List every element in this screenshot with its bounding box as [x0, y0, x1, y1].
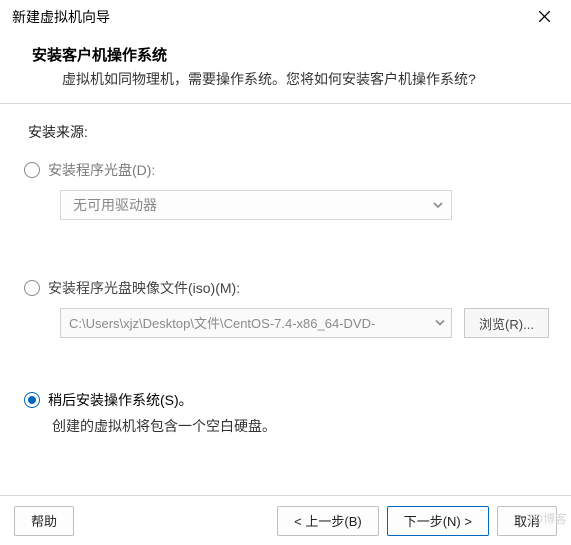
option-iso-label: 安装程序光盘映像文件(iso)(M): — [48, 278, 240, 298]
option-later-label: 稍后安装操作系统(S)。 — [48, 390, 193, 410]
content-area: 安装来源: 安装程序光盘(D): 无可用驱动器 安装程序光盘映像文件(iso)(… — [0, 104, 571, 446]
titlebar: 新建虚拟机向导 — [0, 0, 571, 34]
option-later-block: 稍后安装操作系统(S)。 创建的虚拟机将包含一个空白硬盘。 — [24, 390, 549, 436]
source-label: 安装来源: — [28, 122, 549, 142]
option-later-desc: 创建的虚拟机将包含一个空白硬盘。 — [52, 416, 549, 436]
option-disc-label: 安装程序光盘(D): — [48, 160, 155, 180]
cancel-button[interactable]: 取消 — [497, 506, 557, 536]
browse-button[interactable]: 浏览(R)... — [464, 308, 549, 338]
radio-option-later[interactable]: 稍后安装操作系统(S)。 — [24, 390, 549, 410]
page-title: 安装客户机操作系统 — [32, 44, 551, 65]
iso-path-input[interactable]: C:\Users\xjz\Desktop\文件\CentOS-7.4-x86_6… — [60, 308, 452, 338]
radio-icon — [24, 280, 40, 296]
option-disc-block: 安装程序光盘(D): 无可用驱动器 — [24, 160, 549, 220]
radio-option-disc[interactable]: 安装程序光盘(D): — [24, 160, 549, 180]
close-button[interactable] — [525, 1, 563, 33]
radio-icon — [24, 162, 40, 178]
page-subtitle: 虚拟机如同物理机，需要操作系统。您将如何安装客户机操作系统? — [62, 69, 551, 89]
help-button[interactable]: 帮助 — [14, 506, 74, 536]
close-icon — [539, 11, 550, 22]
footer: 帮助 < 上一步(B) 下一步(N) > 取消 — [0, 495, 571, 545]
chevron-down-icon — [433, 197, 443, 213]
window-title: 新建虚拟机向导 — [12, 7, 110, 27]
disc-drive-dropdown[interactable]: 无可用驱动器 — [60, 190, 452, 220]
wizard-header: 安装客户机操作系统 虚拟机如同物理机，需要操作系统。您将如何安装客户机操作系统? — [0, 34, 571, 104]
radio-option-iso[interactable]: 安装程序光盘映像文件(iso)(M): — [24, 278, 549, 298]
radio-icon — [24, 392, 40, 408]
chevron-down-icon — [435, 316, 445, 331]
next-button[interactable]: 下一步(N) > — [387, 506, 489, 536]
iso-row: C:\Users\xjz\Desktop\文件\CentOS-7.4-x86_6… — [60, 308, 549, 338]
iso-path-text: C:\Users\xjz\Desktop\文件\CentOS-7.4-x86_6… — [69, 316, 375, 331]
option-iso-block: 安装程序光盘映像文件(iso)(M): C:\Users\xjz\Desktop… — [24, 278, 549, 338]
back-button[interactable]: < 上一步(B) — [277, 506, 379, 536]
dropdown-text: 无可用驱动器 — [73, 197, 157, 213]
